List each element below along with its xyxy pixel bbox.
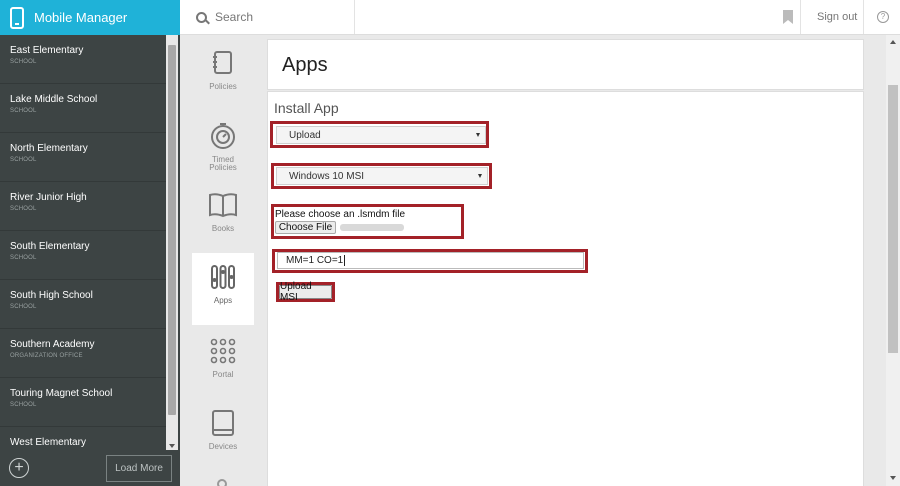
school-item[interactable]: Lake Middle School SCHOOL: [0, 84, 166, 133]
dropdown-caret-icon: [476, 133, 480, 137]
install-app-card: Install App Upload Windows 10 MSI Please…: [267, 91, 864, 486]
nav-item-portal[interactable]: Portal: [192, 327, 254, 399]
school-item[interactable]: Touring Magnet School SCHOOL: [0, 378, 166, 427]
source-select-value: Upload: [289, 129, 321, 141]
school-name: South Elementary: [10, 241, 90, 252]
school-type: SCHOOL: [10, 304, 37, 310]
school-item[interactable]: South High School SCHOOL: [0, 280, 166, 329]
tablet-icon: [208, 409, 238, 437]
nav-item-apps[interactable]: Apps: [192, 253, 254, 325]
school-item[interactable]: North Elementary SCHOOL: [0, 133, 166, 182]
school-type: SCHOOL: [10, 255, 37, 261]
install-args-input[interactable]: MM=1 CO=1: [277, 252, 584, 269]
nav-item-books[interactable]: Books: [192, 181, 254, 253]
nav-item-devices[interactable]: Devices: [192, 399, 254, 471]
school-type: SCHOOL: [10, 402, 37, 408]
install-args-value: MM=1 CO=1: [286, 255, 344, 266]
search-placeholder: Search: [215, 10, 254, 24]
dropdown-caret-icon: [478, 174, 482, 178]
school-type: ORGANIZATION OFFICE: [10, 353, 83, 359]
school-name: North Elementary: [10, 143, 88, 154]
timer-icon: [208, 122, 238, 150]
search-icon: [196, 11, 207, 23]
choose-file-button[interactable]: Choose File: [275, 221, 336, 234]
load-more-button[interactable]: Load More: [106, 455, 172, 482]
school-name: East Elementary: [10, 45, 84, 56]
nav-label: Timed Policies: [209, 155, 237, 172]
scrollbar-thumb[interactable]: [888, 85, 898, 353]
apps-sliders-icon: [208, 263, 238, 291]
divider: [863, 0, 864, 34]
school-name: West Elementary: [10, 437, 86, 448]
top-bar: Search Sign out ?: [180, 0, 900, 35]
nav-label: Books: [211, 224, 235, 233]
school-name: Touring Magnet School: [10, 388, 113, 399]
selected-file-name: [340, 224, 404, 231]
school-type: SCHOOL: [10, 206, 37, 212]
page-header-card: Apps: [267, 39, 864, 90]
upload-msi-button[interactable]: Upload MSI: [279, 281, 332, 303]
school-list: East Elementary SCHOOL Lake Middle School…: [0, 35, 166, 450]
nav-item-timed-policies[interactable]: Timed Policies: [192, 112, 254, 184]
school-item[interactable]: Southern Academy ORGANIZATION OFFICE: [0, 329, 166, 378]
sign-out-link[interactable]: Sign out: [817, 11, 857, 23]
school-type: SCHOOL: [10, 108, 37, 114]
install-app-title: Install App: [274, 100, 339, 116]
source-select[interactable]: Upload: [276, 126, 486, 144]
platform-select-value: Windows 10 MSI: [289, 170, 365, 182]
sidebar-footer: + Load More: [0, 450, 180, 486]
nav-label: Portal: [212, 370, 234, 379]
school-name: Southern Academy: [10, 339, 95, 350]
app-title: Mobile Manager: [34, 10, 128, 25]
school-item[interactable]: East Elementary SCHOOL: [0, 35, 166, 84]
nav-item-policies[interactable]: Policies: [192, 39, 254, 111]
page-title: Apps: [282, 54, 328, 76]
nav-label: Policies: [209, 82, 237, 91]
school-sidebar: East Elementary SCHOOL Lake Middle School…: [0, 35, 180, 486]
scroll-down-arrow-icon[interactable]: [890, 476, 896, 480]
main-content: Apps Install App Upload Windows 10 MSI P…: [265, 35, 873, 486]
school-type: SCHOOL: [10, 157, 37, 163]
scrollbar-thumb[interactable]: [168, 45, 176, 415]
divider: [800, 0, 801, 34]
bookmark-icon[interactable]: [783, 10, 793, 24]
partial-nav-icon: [217, 479, 227, 486]
nav-label: Devices: [208, 442, 238, 451]
school-item[interactable]: River Junior High SCHOOL: [0, 182, 166, 231]
help-icon[interactable]: ?: [877, 11, 889, 23]
policies-icon: [208, 49, 238, 77]
school-item[interactable]: West Elementary: [0, 427, 166, 450]
scroll-up-arrow-icon[interactable]: [890, 40, 896, 44]
search-box[interactable]: Search: [180, 0, 355, 34]
school-type: SCHOOL: [10, 59, 37, 65]
phone-icon: [10, 6, 24, 29]
grid-dots-icon: [208, 337, 238, 365]
scroll-down-arrow-icon[interactable]: [169, 444, 175, 448]
school-name: River Junior High: [10, 192, 87, 203]
choose-file-label: Please choose an .lsmdm file: [275, 209, 406, 220]
app-brand[interactable]: Mobile Manager: [0, 0, 180, 35]
platform-select[interactable]: Windows 10 MSI: [276, 167, 488, 185]
add-icon[interactable]: +: [9, 458, 29, 478]
school-name: Lake Middle School: [10, 94, 98, 105]
nav-label: Apps: [213, 296, 233, 305]
sidebar-scrollbar[interactable]: [166, 35, 178, 450]
book-icon: [208, 191, 238, 219]
school-item[interactable]: South Elementary SCHOOL: [0, 231, 166, 280]
feature-nav: Policies Timed Policies Books Apps Porta…: [180, 35, 265, 486]
main-scrollbar[interactable]: [873, 35, 900, 486]
school-name: South High School: [10, 290, 93, 301]
text-cursor: [344, 255, 346, 266]
